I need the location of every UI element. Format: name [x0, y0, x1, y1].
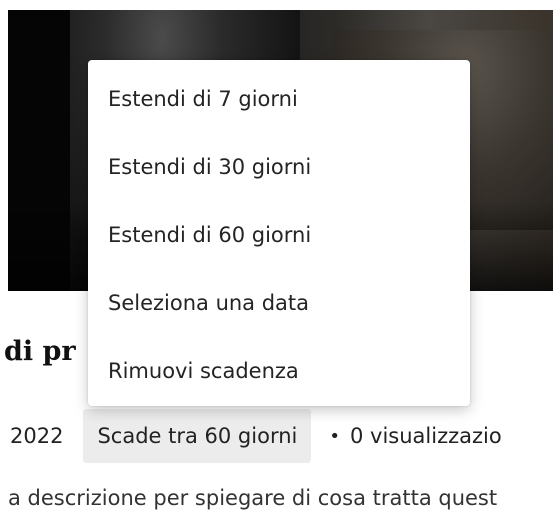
menu-item-select-date[interactable]: Seleziona una data [88, 272, 470, 340]
menu-item-extend-60-days[interactable]: Estendi di 60 giorni [88, 204, 470, 272]
meta-separator: • [329, 425, 340, 447]
expiration-menu: Estendi di 7 giorni Estendi di 30 giorni… [88, 60, 470, 406]
video-title: di pr [4, 336, 76, 367]
menu-item-extend-30-days[interactable]: Estendi di 30 giorni [88, 136, 470, 204]
view-count: 0 visualizzazio [349, 424, 502, 448]
expiration-button[interactable]: Scade tra 60 giorni [83, 409, 312, 463]
upload-date: 2022 [10, 424, 64, 448]
menu-item-extend-7-days[interactable]: Estendi di 7 giorni [88, 68, 470, 136]
video-description: a descrizione per spiegare di cosa tratt… [8, 486, 498, 510]
menu-item-remove-expiration[interactable]: Rimuovi scadenza [88, 340, 470, 408]
video-details-page: di pr 2022 Scade tra 60 giorni • 0 visua… [0, 0, 553, 513]
video-meta-row: 2022 Scade tra 60 giorni • 0 visualizzaz… [10, 409, 502, 463]
